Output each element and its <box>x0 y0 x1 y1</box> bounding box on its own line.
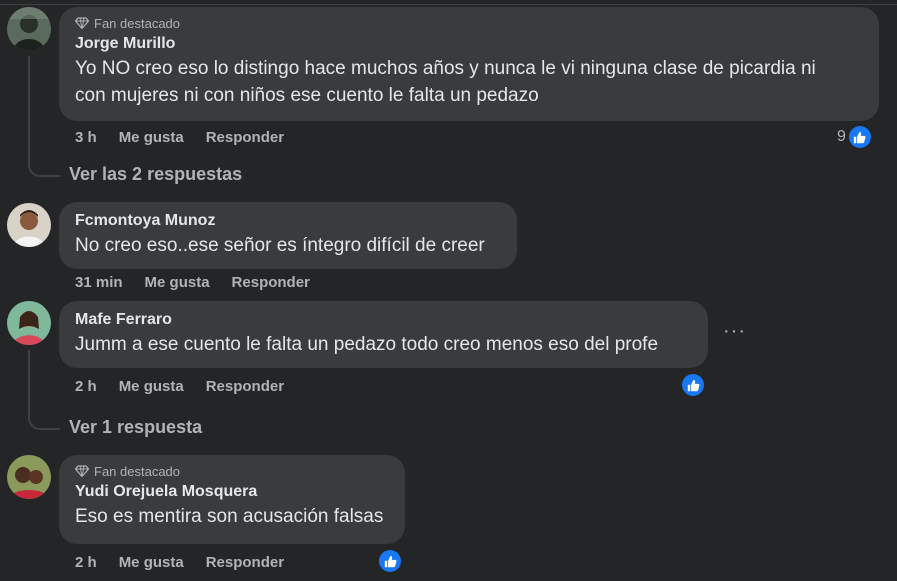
more-options-button[interactable]: ··· <box>723 320 746 343</box>
comment-text-line: No creo eso..ese señor es íntegro difíci… <box>75 235 485 256</box>
comment-author[interactable]: Fcmontoya Munoz <box>75 210 501 232</box>
comment-time[interactable]: 31 min <box>75 274 123 291</box>
comment-text-line: Yo NO creo eso lo distingo hace muchos a… <box>75 58 816 79</box>
view-replies-link[interactable]: Ver las 2 respuestas <box>69 164 242 185</box>
top-fan-badge: Fan destacado <box>75 463 389 479</box>
comment-actions: 2 h Me gusta Responder <box>75 554 284 571</box>
like-button[interactable]: Me gusta <box>145 274 210 291</box>
comment-actions: 31 min Me gusta Responder <box>75 274 310 291</box>
comment-actions: 3 h Me gusta Responder <box>75 129 284 146</box>
diamond-icon <box>75 465 89 477</box>
reaction-summary[interactable] <box>379 550 401 572</box>
like-button[interactable]: Me gusta <box>119 554 184 571</box>
comment-author[interactable]: Jorge Murillo <box>75 33 863 55</box>
avatar[interactable] <box>7 203 51 247</box>
reply-button[interactable]: Responder <box>206 554 284 571</box>
thread-connector <box>28 408 60 430</box>
reaction-count: 9 <box>837 128 846 145</box>
comment-author[interactable]: Mafe Ferraro <box>75 309 692 331</box>
badge-label: Fan destacado <box>94 463 181 479</box>
comment-text-line: Eso es mentira son acusación falsas <box>75 506 384 527</box>
avatar[interactable] <box>7 455 51 499</box>
avatar[interactable] <box>7 301 51 345</box>
reaction-summary[interactable]: 9 <box>837 126 871 148</box>
comment-time[interactable]: 3 h <box>75 129 97 146</box>
thumbs-up-icon <box>682 374 704 396</box>
badge-label: Fan destacado <box>94 15 181 31</box>
like-button[interactable]: Me gusta <box>119 378 184 395</box>
comment-author[interactable]: Yudi Orejuela Mosquera <box>75 481 389 503</box>
comment-time[interactable]: 2 h <box>75 378 97 395</box>
avatar[interactable] <box>7 7 51 51</box>
top-divider <box>0 4 897 5</box>
thread-connector <box>28 155 60 177</box>
comment-bubble: Fan destacado Yudi Orejuela Mosquera Eso… <box>59 455 405 544</box>
thumbs-up-icon <box>848 126 871 148</box>
thumbs-up-icon <box>379 550 401 572</box>
reply-button[interactable]: Responder <box>232 274 310 291</box>
comment-time[interactable]: 2 h <box>75 554 97 571</box>
reply-button[interactable]: Responder <box>206 129 284 146</box>
comment-actions: 2 h Me gusta Responder <box>75 378 284 395</box>
diamond-icon <box>75 17 89 29</box>
reaction-summary[interactable] <box>682 374 704 396</box>
reply-button[interactable]: Responder <box>206 378 284 395</box>
comment-text-line: Jumm a ese cuento le falta un pedazo tod… <box>75 334 659 355</box>
comment-text-line: con mujeres ni con niños ese cuento le f… <box>75 85 539 106</box>
thread-line <box>28 56 30 156</box>
top-fan-badge: Fan destacado <box>75 15 863 31</box>
like-button[interactable]: Me gusta <box>119 129 184 146</box>
view-replies-link[interactable]: Ver 1 respuesta <box>69 417 202 438</box>
comment-bubble: Mafe Ferraro Jumm a ese cuento le falta … <box>59 301 708 368</box>
thread-line <box>28 350 30 410</box>
comment-bubble: Fan destacado Jorge Murillo Yo NO creo e… <box>59 7 879 121</box>
comment-bubble: Fcmontoya Munoz No creo eso..ese señor e… <box>59 202 517 269</box>
